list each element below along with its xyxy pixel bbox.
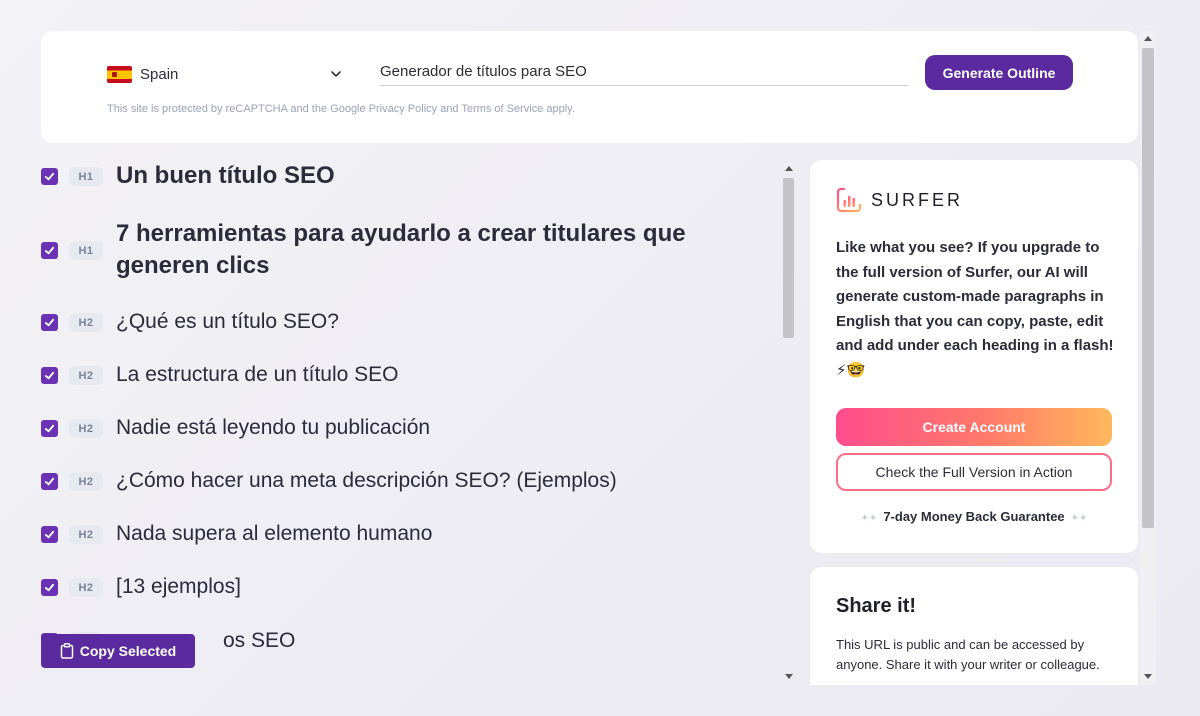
check-icon <box>44 318 55 327</box>
check-icon <box>44 530 55 539</box>
outline-item-checkbox[interactable] <box>41 420 58 437</box>
recaptcha-notice: This site is protected by reCAPTCHA and … <box>107 103 575 115</box>
heading-level-tag: H2 <box>69 525 103 544</box>
check-full-version-button[interactable]: Check the Full Version in Action <box>836 453 1112 491</box>
guarantee-text: 7-day Money Back Guarantee <box>883 509 1065 524</box>
outline-heading: ¿Qué es un título SEO? <box>116 310 339 333</box>
check-icon <box>44 172 55 181</box>
outline-heading: Un buen título SEO <box>116 162 335 189</box>
country-select[interactable]: Spain <box>107 61 343 87</box>
outline-list: H1 Un buen título SEO H1 7 herramientas … <box>41 160 781 685</box>
outline-item-checkbox[interactable] <box>41 526 58 543</box>
surfer-logo: SURFER <box>836 187 963 213</box>
check-icon <box>44 371 55 380</box>
surfer-logo-text: SURFER <box>871 189 964 210</box>
country-label: Spain <box>140 65 179 83</box>
check-icon <box>44 424 55 433</box>
heading-level-tag: H2 <box>69 578 103 597</box>
outline-heading: La estructura de un título SEO <box>116 363 399 386</box>
check-icon <box>44 246 55 255</box>
upgrade-promo-text: Like what you see? If you upgrade to the… <box>836 239 1114 379</box>
outline-item-checkbox[interactable] <box>41 579 58 596</box>
share-card: Share it! This URL is public and can be … <box>810 567 1138 685</box>
generate-outline-button[interactable]: Generate Outline <box>925 55 1073 90</box>
outline-item-checkbox[interactable] <box>41 473 58 490</box>
heading-level-tag: H2 <box>69 419 103 438</box>
clipboard-icon <box>60 643 73 659</box>
spain-flag-icon <box>107 65 132 83</box>
surfer-upgrade-card: SURFER Like what you see? If you upgrade… <box>810 160 1138 553</box>
scroll-thumb[interactable] <box>1142 48 1154 528</box>
heading-level-tag: H1 <box>69 241 103 260</box>
heading-level-tag: H2 <box>69 313 103 332</box>
outline-item: H2 Nadie está leyendo tu publicación <box>41 412 771 444</box>
chevron-down-icon <box>331 71 341 77</box>
outline-heading: [13 ejemplos] <box>116 575 241 598</box>
check-icon <box>44 477 55 486</box>
check-icon <box>44 583 55 592</box>
sparkle-icon: ✦✦ <box>1070 513 1088 524</box>
outline-item: H2 La estructura de un título SEO <box>41 359 771 391</box>
scroll-down-arrow-icon[interactable] <box>1144 674 1152 679</box>
outline-item-checkbox[interactable] <box>41 168 58 185</box>
outline-item: H2 ¿Qué es un título SEO? <box>41 306 771 338</box>
share-title: Share it! <box>836 595 917 617</box>
outline-scrollbar[interactable] <box>781 160 797 685</box>
create-account-button[interactable]: Create Account <box>836 408 1112 446</box>
copy-selected-button[interactable]: Copy Selected <box>41 634 195 668</box>
money-back-guarantee: ✦✦ 7-day Money Back Guarantee ✦✦ <box>810 509 1138 524</box>
outline-heading: Nadie está leyendo tu publicación <box>116 416 431 439</box>
outline-item: H2 [13 ejemplos] <box>41 571 771 603</box>
scroll-down-arrow-icon[interactable] <box>785 674 793 679</box>
heading-level-tag: H1 <box>69 167 103 186</box>
outline-heading: 7 herramientas para ayudarlo a crear tit… <box>116 220 686 279</box>
surfer-logo-icon <box>836 187 862 213</box>
outline-heading: ¿Cómo hacer una meta descripción SEO? (E… <box>116 469 617 492</box>
topic-input[interactable] <box>379 62 909 86</box>
share-description: This URL is public and can be accessed b… <box>836 637 1100 672</box>
scroll-up-arrow-icon[interactable] <box>1144 36 1152 41</box>
outline-item: H2 Nada supera al elemento humano <box>41 518 771 550</box>
outline-item-checkbox[interactable] <box>41 242 58 259</box>
heading-level-tag: H2 <box>69 366 103 385</box>
outline-item: H2 ¿Cómo hacer una meta descripción SEO?… <box>41 465 771 497</box>
outline-heading: os SEO <box>223 629 296 652</box>
outline-item-checkbox[interactable] <box>41 367 58 384</box>
page-scrollbar[interactable] <box>1140 31 1156 685</box>
scroll-thumb[interactable] <box>783 178 794 338</box>
heading-level-tag: H2 <box>69 472 103 491</box>
outline-heading: Nada supera al elemento humano <box>116 522 433 545</box>
sparkle-icon: ✦✦ <box>860 513 878 524</box>
scroll-up-arrow-icon[interactable] <box>785 166 793 171</box>
outline-item-checkbox[interactable] <box>41 314 58 331</box>
outline-item: H1 Un buen título SEO <box>41 160 771 192</box>
copy-selected-label: Copy Selected <box>79 643 177 659</box>
outline-search-card: Spain Generate Outline This site is prot… <box>41 31 1138 143</box>
outline-item: H1 7 herramientas para ayudarlo a crear … <box>41 218 771 282</box>
